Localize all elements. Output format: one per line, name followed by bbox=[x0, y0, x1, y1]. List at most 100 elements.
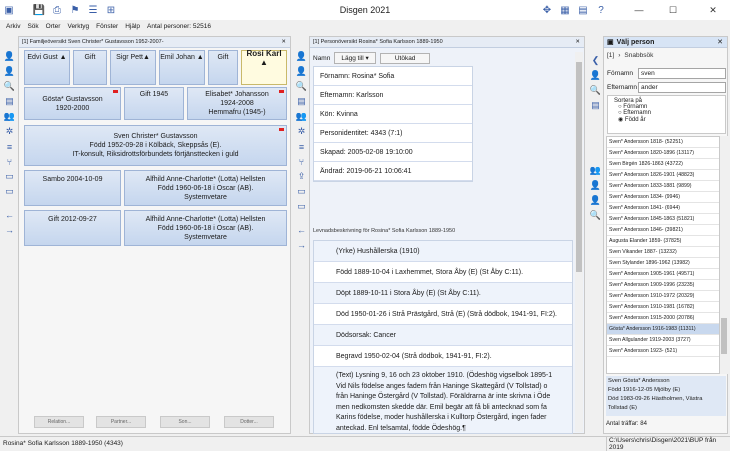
forward-arrow-icon[interactable]: → bbox=[295, 238, 308, 251]
couple-icon[interactable]: 👥 bbox=[589, 164, 602, 177]
toolbar-window-icon[interactable]: ▤ bbox=[574, 1, 592, 19]
person-card-icon[interactable]: ▤ bbox=[3, 95, 16, 108]
person-list-item[interactable]: Gösta* Andersson 1916-1983 (11311) bbox=[607, 324, 719, 335]
person-list-item[interactable]: Sven* Andersson 1818- (52251) bbox=[607, 137, 719, 148]
person-list-item[interactable]: Sven* Andersson 1909-1996 (23235) bbox=[607, 280, 719, 291]
person-search-icon[interactable]: 👤 bbox=[3, 65, 16, 78]
main-person-box[interactable]: Sven Christer* Gustavsson Född 1952-09-28… bbox=[24, 125, 287, 166]
search-icon-2[interactable]: 🔍 bbox=[589, 209, 602, 222]
relation-button[interactable]: Relation... bbox=[34, 416, 84, 428]
person-list-item[interactable]: Sven Allgulander 1919-2003 (3727) bbox=[607, 335, 719, 346]
person-list-item[interactable]: Sven* Andersson 1820-1896 (13117) bbox=[607, 148, 719, 159]
menu-hjalp[interactable]: Hjälp bbox=[125, 23, 140, 30]
person-question-icon[interactable]: 👤 bbox=[589, 179, 602, 192]
document-icon[interactable]: ▭ bbox=[3, 170, 16, 183]
person-list-item[interactable]: Sven* Andersson 1905-1961 (49571) bbox=[607, 269, 719, 280]
maximize-button[interactable]: ☐ bbox=[660, 0, 686, 20]
menu-fonster[interactable]: Fönster bbox=[96, 23, 118, 30]
tree-icon[interactable]: ⑂ bbox=[3, 155, 16, 168]
add-dropdown[interactable]: Lägg till ▾ bbox=[334, 52, 376, 64]
person-list-item[interactable]: Sven* Andersson 1845-1863 (51821) bbox=[607, 214, 719, 225]
bio-scrollbar[interactable] bbox=[575, 52, 583, 432]
scrollbar-thumb[interactable] bbox=[721, 318, 727, 354]
grandparent-box-4[interactable]: Rosi Karl ▲ bbox=[241, 49, 287, 85]
field-efternamn[interactable]: Efternamn: Karlsson bbox=[314, 86, 472, 105]
sambo-box[interactable]: Sambo 2004-10-09 bbox=[24, 170, 121, 206]
upload-icon[interactable]: ⇪ bbox=[295, 170, 308, 183]
person-list-item[interactable]: Sven Birgén 1826-1863 (43722) bbox=[607, 159, 719, 170]
marriage-box-3[interactable]: Gift 2012-09-27 bbox=[24, 210, 121, 246]
efternamn-field[interactable]: ander bbox=[638, 82, 726, 93]
close-icon[interactable]: ✕ bbox=[717, 38, 723, 46]
close-button[interactable]: ✕ bbox=[700, 0, 726, 20]
search-icon[interactable]: 🔍 bbox=[295, 80, 308, 93]
settings-icon[interactable]: ✲ bbox=[295, 125, 308, 138]
toolbar-grid-icon[interactable]: ▦ bbox=[556, 1, 574, 19]
couple-icon[interactable]: 👥 bbox=[295, 110, 308, 123]
menu-verktyg[interactable]: Verktyg bbox=[67, 23, 89, 30]
list-icon[interactable]: ≡ bbox=[3, 140, 16, 153]
tab-quick-search[interactable]: Snabbsök bbox=[624, 52, 653, 59]
grandparent-box-2[interactable]: Sigr Pett▲ bbox=[110, 50, 156, 85]
field-fornamn[interactable]: Förnamn: Rosina* Sofia bbox=[314, 67, 472, 86]
person-card-icon[interactable]: ▤ bbox=[295, 95, 308, 108]
parent-box-mother[interactable]: Elisabet* Johansson 1924-2008 Hemmafru (19… bbox=[187, 87, 287, 120]
menu-sok[interactable]: Sök bbox=[27, 23, 38, 30]
person-list-item[interactable]: Sven* Andersson 1910-1972 (20329) bbox=[607, 291, 719, 302]
person-icon[interactable]: 👤 bbox=[3, 50, 16, 63]
parent-marriage-box[interactable]: Gift 1945 bbox=[124, 87, 184, 120]
document-icon-2[interactable]: ▭ bbox=[3, 185, 16, 198]
close-icon[interactable]: ✕ bbox=[575, 39, 580, 45]
minimize-button[interactable]: — bbox=[626, 0, 652, 20]
bio-row[interactable]: Född 1889-10-04 i Laxhemmet, Stora Åby (… bbox=[314, 262, 572, 283]
back-arrow-icon[interactable]: ← bbox=[295, 223, 308, 236]
person-icon[interactable]: 👤 bbox=[295, 50, 308, 63]
person-list-item[interactable]: Sven* Andersson 1915-2000 (20786) bbox=[607, 313, 719, 324]
tree-icon[interactable]: ⑂ bbox=[295, 155, 308, 168]
person-list-item[interactable]: Sven* Andersson 1923- (521) bbox=[607, 346, 719, 357]
bio-row[interactable]: Dödsorsak: Cancer bbox=[314, 325, 572, 346]
person-list-item[interactable]: Sven Stylander 1896-1962 (13982) bbox=[607, 258, 719, 269]
bio-row[interactable]: Begravd 1950-02-04 (Strå dödbok, 1941-91… bbox=[314, 346, 572, 367]
back-arrow-icon[interactable]: ← bbox=[3, 208, 16, 221]
person-list-item[interactable]: Sven* Andersson 1846- (39821) bbox=[607, 225, 719, 236]
daughter-button[interactable]: Dotter... bbox=[224, 416, 274, 428]
bio-text[interactable]: (Text) Lysning 9, 16 och 23 oktober 1910… bbox=[314, 367, 572, 433]
document-icon[interactable]: ▭ bbox=[295, 185, 308, 198]
parent-box-father[interactable]: Gösta* Gustavsson 1920-2000 bbox=[24, 87, 121, 120]
bio-row[interactable]: Döpt 1889-10-11 i Stora Åby (E) (St Åby … bbox=[314, 283, 572, 304]
partner-button[interactable]: Partner... bbox=[96, 416, 146, 428]
bio-row[interactable]: Död 1950-01-26 i Strå Prästgård, Strå (E… bbox=[314, 304, 572, 325]
person-list-item[interactable]: Sven Vikander 1887- (13232) bbox=[607, 247, 719, 258]
person-list-item[interactable]: Sven* Andersson 1833-1881 (9899) bbox=[607, 181, 719, 192]
marriage-box-2[interactable]: Gift bbox=[208, 50, 238, 85]
person-list-item[interactable]: Sven* Andersson 1841- (6944) bbox=[607, 203, 719, 214]
scrollbar-thumb[interactable] bbox=[576, 62, 582, 272]
menu-arkiv[interactable]: Arkiv bbox=[6, 23, 20, 30]
son-button[interactable]: Son... bbox=[160, 416, 210, 428]
couple-icon[interactable]: 👥 bbox=[3, 110, 16, 123]
fornamn-field[interactable]: sven bbox=[638, 68, 726, 79]
settings-icon[interactable]: ✲ bbox=[3, 125, 16, 138]
search-icon[interactable]: 🔍 bbox=[589, 84, 602, 97]
person-list-item[interactable]: Sven* Andersson 1834- (9946) bbox=[607, 192, 719, 203]
marriage-box-1[interactable]: Gift bbox=[73, 50, 107, 85]
menu-orter[interactable]: Orter bbox=[46, 23, 61, 30]
grandparent-box-3[interactable]: Emil Johan ▲ bbox=[159, 50, 205, 85]
spouse-box-1[interactable]: Alfhild Anne-Charlotte* (Lotta) Hellsten… bbox=[124, 170, 287, 206]
field-personidentitet[interactable]: Personidentitet: 4343 (7:1) bbox=[314, 124, 472, 143]
person-list-item[interactable]: Sven* Andersson 1910-1981 (16782) bbox=[607, 302, 719, 313]
grandparent-box-1[interactable]: Edvi Gust ▲ bbox=[24, 50, 70, 85]
bio-row[interactable]: (Yrke) Hushållerska (1910) bbox=[314, 241, 572, 262]
search-icon[interactable]: 🔍 bbox=[3, 80, 16, 93]
person-icon[interactable]: 👤 bbox=[589, 69, 602, 82]
extended-button[interactable]: Utökad bbox=[379, 52, 431, 64]
toolbar-help-icon[interactable]: ? bbox=[592, 1, 610, 19]
person-card-icon[interactable]: ▤ bbox=[589, 99, 602, 112]
back-arrow-icon[interactable]: ❮ bbox=[589, 54, 602, 67]
tab-namn[interactable]: Namn bbox=[313, 55, 330, 62]
tab-number[interactable]: [1] bbox=[607, 52, 614, 59]
close-icon[interactable]: ✕ bbox=[281, 39, 286, 45]
person-list-item[interactable]: Augusta Elander 1859- (37825) bbox=[607, 236, 719, 247]
person-ring-icon[interactable]: 👤 bbox=[589, 194, 602, 207]
